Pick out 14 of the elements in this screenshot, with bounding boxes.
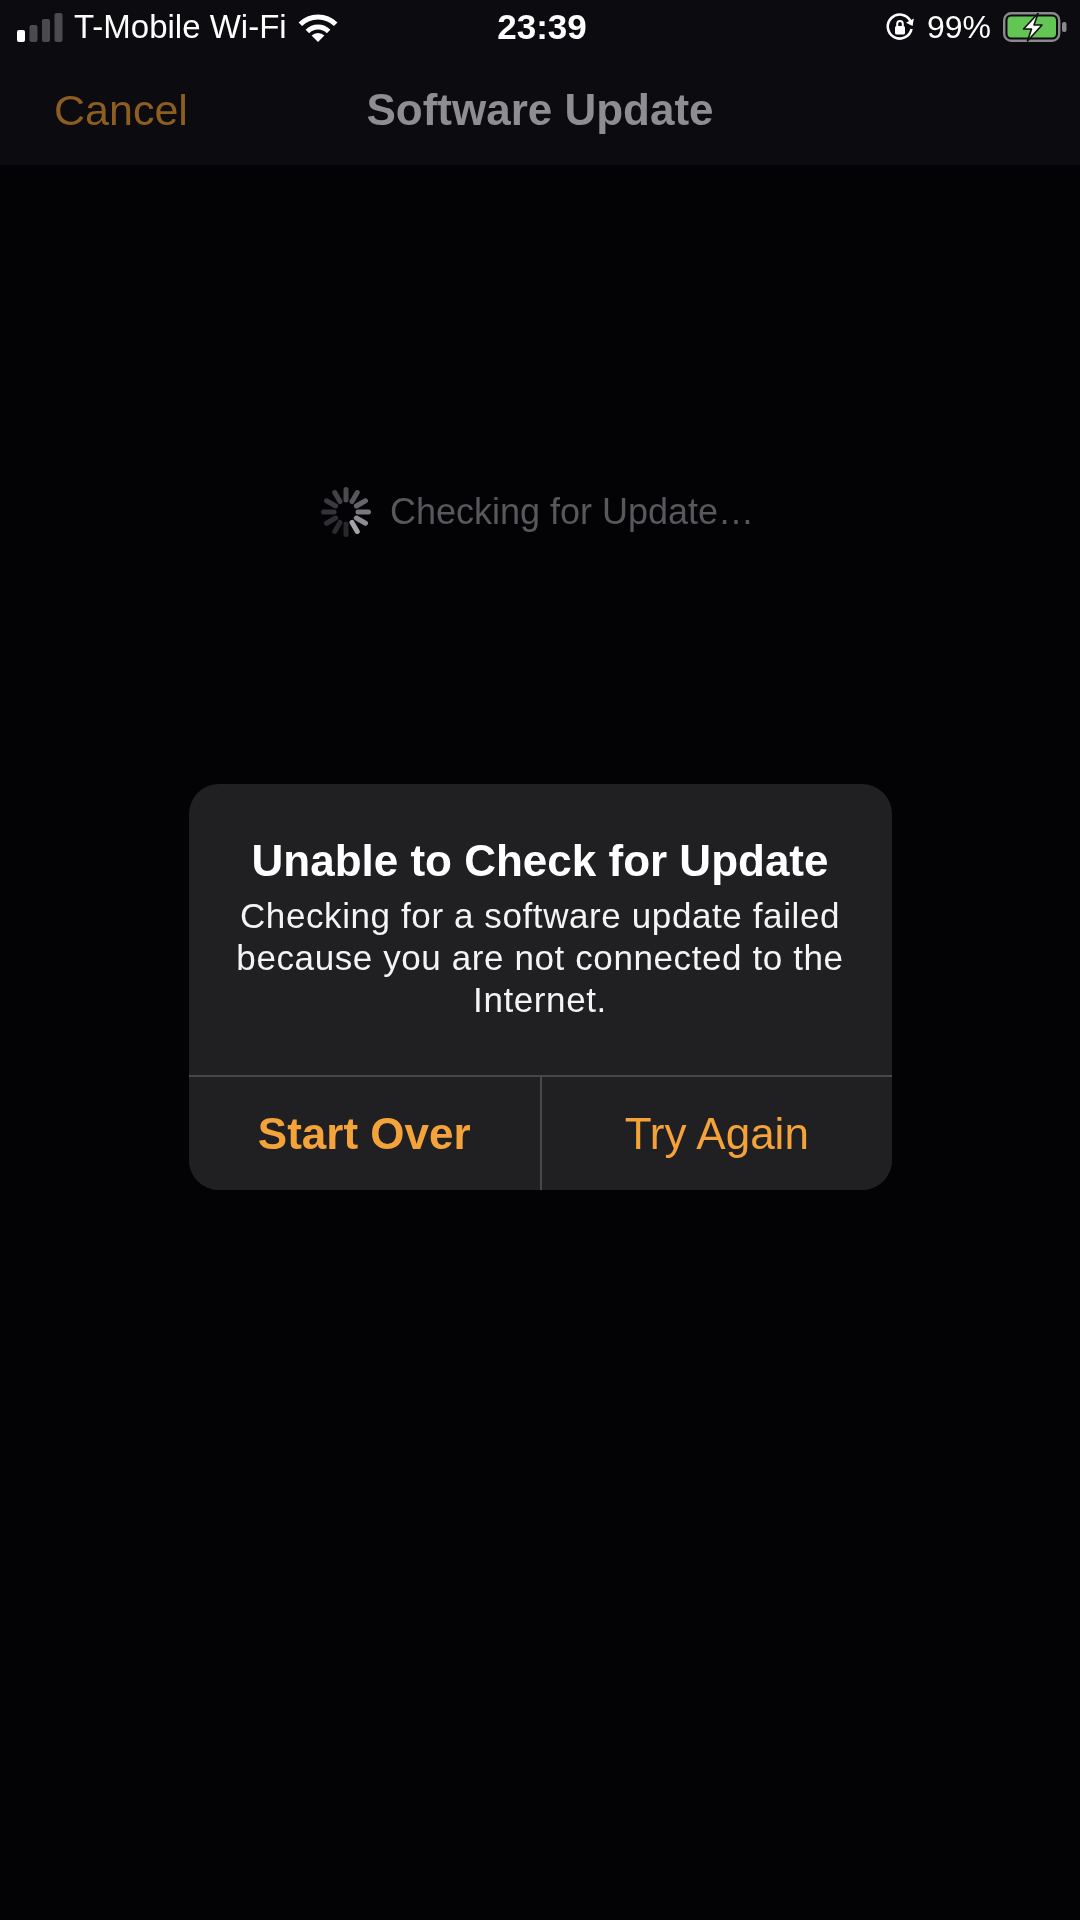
- alert-message: Checking for a software update failed because you are not connected to the Internet.: [235, 895, 845, 1021]
- alert-title: Unable to Check for Update: [250, 835, 830, 887]
- battery-percentage: 99%: [926, 8, 991, 46]
- signal-strength-icon: [17, 12, 63, 42]
- alert-action-button[interactable]: Try Again: [540, 1077, 892, 1190]
- carrier-name: T-Mobile Wi-Fi: [74, 8, 287, 46]
- battery-charging-icon: [1003, 12, 1067, 42]
- navigation-title: Software Update: [366, 83, 714, 136]
- cancel-button[interactable]: Cancel: [54, 84, 188, 135]
- wifi-icon: [297, 12, 338, 42]
- progress-label: Checking for Update…: [389, 490, 755, 534]
- status-time: 23:39: [497, 7, 587, 47]
- rotation-lock-icon: [884, 12, 915, 42]
- spinner-icon: [319, 486, 372, 538]
